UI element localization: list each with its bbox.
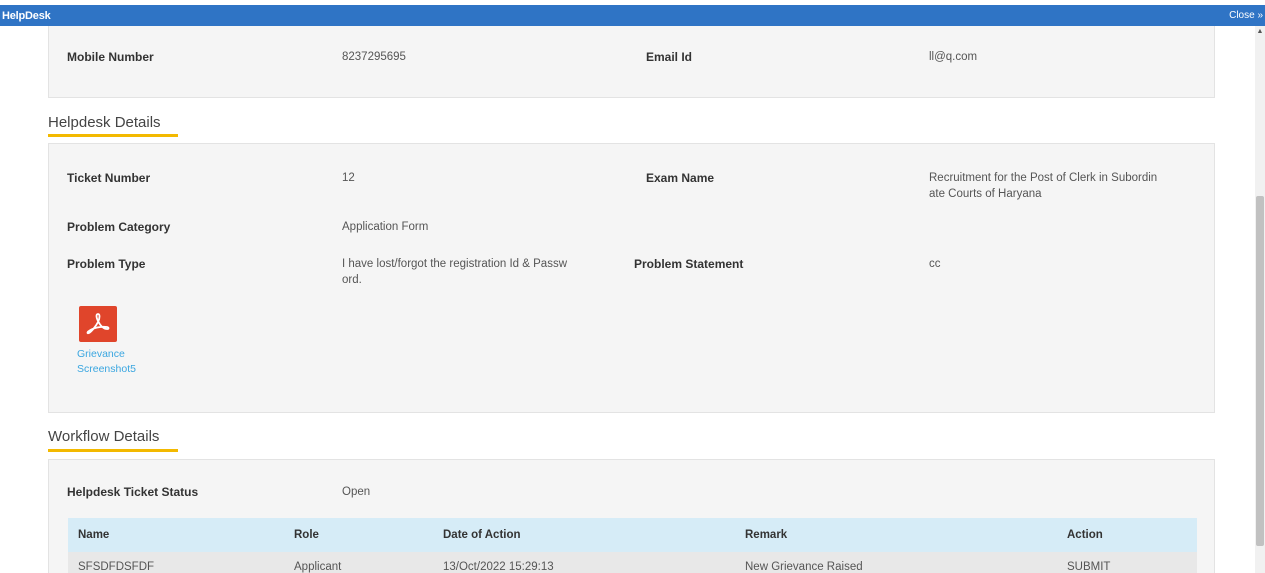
helpdesk-details-underline (48, 134, 178, 137)
acrobat-icon (86, 313, 110, 335)
col-role: Role (284, 518, 433, 552)
table-row: SFSDFDSFDF Applicant 13/Oct/2022 15:29:1… (68, 552, 1197, 573)
attachment-name-line1: Grievance (77, 348, 125, 360)
close-button[interactable]: Close » (1229, 10, 1263, 21)
cell-remark: New Grievance Raised (735, 552, 1057, 573)
cell-name: SFSDFDSFDF (68, 552, 284, 573)
ticket-status-label: Helpdesk Ticket Status (67, 485, 199, 499)
helpdesk-details-card: Ticket Number 12 Exam Name Recruitment f… (48, 143, 1215, 413)
exam-name-value-line1: Recruitment for the Post of Clerk in Sub… (929, 172, 1158, 184)
problem-type-value-line1: I have lost/forgot the registration Id &… (342, 258, 568, 270)
ticket-number-label: Ticket Number (67, 171, 151, 185)
dialog-title: HelpDesk (2, 9, 51, 22)
col-remark: Remark (735, 518, 1057, 552)
scrollbar-thumb[interactable] (1256, 196, 1264, 546)
workflow-table: Name Role Date of Action Remark Action S… (68, 518, 1197, 573)
helpdesk-details-heading: Helpdesk Details (48, 114, 161, 131)
contact-card: Mobile Number 8237295695 Email Id ll@q.c… (48, 26, 1215, 98)
workflow-details-underline (48, 449, 178, 452)
table-header-row: Name Role Date of Action Remark Action (68, 518, 1197, 552)
cell-date-of-action: 13/Oct/2022 15:29:13 (433, 552, 735, 573)
attachment-name-line2: Screenshot5 (77, 363, 136, 375)
problem-type-label: Problem Type (67, 257, 146, 271)
email-id-value: ll@q.com (929, 51, 978, 63)
grievance-attachment-link[interactable]: Grievance Screenshot5 (77, 347, 136, 377)
problem-statement-label: Problem Statement (634, 257, 744, 271)
problem-type-value-line2: ord. (342, 274, 362, 286)
exam-name-label: Exam Name (646, 171, 715, 185)
ticket-number-value: 12 (342, 172, 355, 184)
cell-role: Applicant (284, 552, 433, 573)
col-date-of-action: Date of Action (433, 518, 735, 552)
email-id-label: Email Id (646, 50, 693, 64)
scroll-up-arrow-icon[interactable]: ▲ (1255, 28, 1265, 36)
mobile-number-value: 8237295695 (342, 51, 406, 63)
problem-category-value: Application Form (342, 221, 429, 233)
exam-name-value-line2: ate Courts of Haryana (929, 188, 1042, 200)
dialog-content: Mobile Number 8237295695 Email Id ll@q.c… (0, 26, 1255, 573)
ticket-status-value: Open (342, 486, 371, 498)
col-action: Action (1057, 518, 1197, 552)
cell-action: SUBMIT (1057, 552, 1197, 573)
problem-category-label: Problem Category (67, 220, 171, 234)
workflow-details-heading: Workflow Details (48, 428, 160, 445)
pdf-icon[interactable] (79, 306, 117, 342)
vertical-scrollbar[interactable]: ▲ (1255, 26, 1265, 573)
dialog-titlebar: HelpDesk Close » (0, 5, 1265, 26)
col-name: Name (68, 518, 284, 552)
workflow-details-card: Helpdesk Ticket Status Open Name Role Da… (48, 459, 1215, 573)
mobile-number-label: Mobile Number (67, 50, 154, 64)
problem-statement-value: cc (929, 258, 941, 270)
